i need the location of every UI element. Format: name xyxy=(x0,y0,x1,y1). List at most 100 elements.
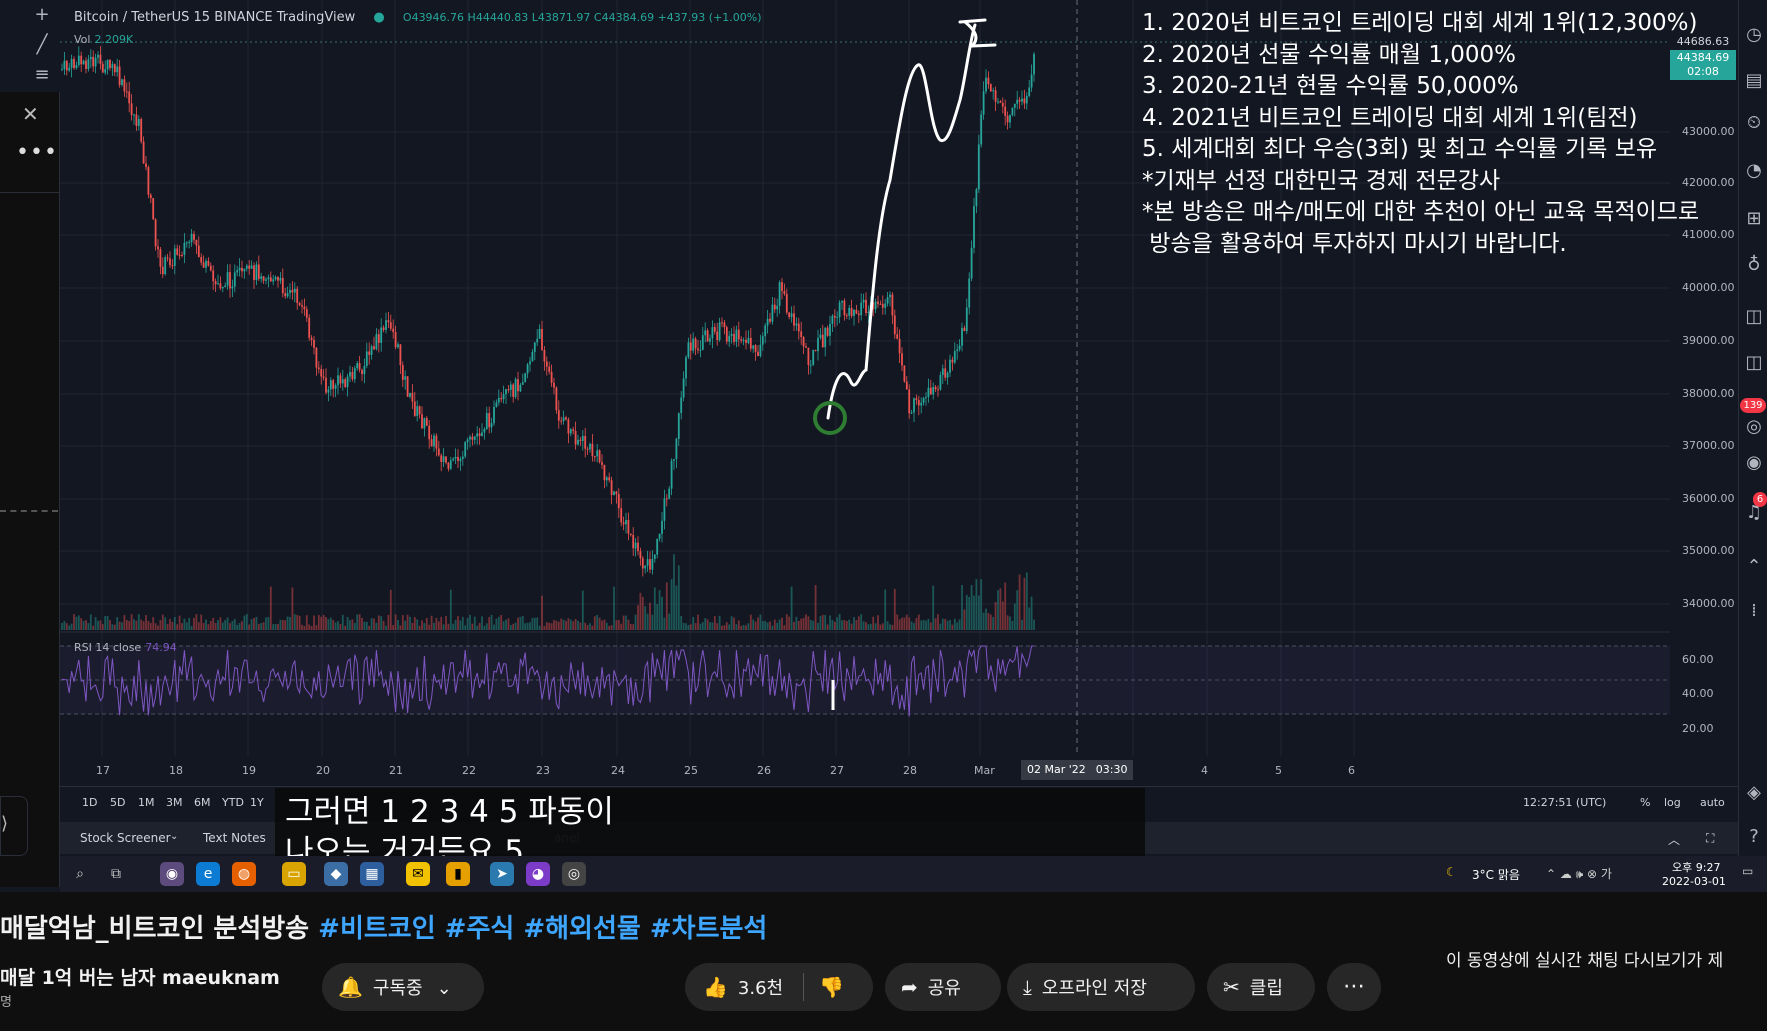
tray-icons[interactable]: ⌃ ☁ 🕪 ⊗ 가 xyxy=(1546,865,1612,882)
bell-icon[interactable]: ♫ xyxy=(1742,502,1766,523)
task-view-icon[interactable]: ⧉ xyxy=(104,862,128,886)
volume-bar xyxy=(351,619,354,630)
candle-body xyxy=(245,265,248,269)
candle-body xyxy=(445,456,447,463)
lines-icon[interactable]: ≡ xyxy=(26,60,58,90)
volume-bar xyxy=(531,617,534,630)
weather-text[interactable]: 3°C 맑음 xyxy=(1472,866,1520,883)
volume-bar xyxy=(889,624,891,630)
firefox-icon[interactable]: ◍ xyxy=(232,862,256,886)
range-button[interactable]: 5D xyxy=(110,796,125,809)
download-button[interactable]: ⤓ 오프라인 저장 xyxy=(1007,963,1195,1011)
collapse-icon[interactable]: ︿ xyxy=(1668,831,1680,848)
candle-body xyxy=(689,342,692,351)
range-button[interactable]: 1M xyxy=(138,796,155,809)
notification-icon[interactable]: ▭ xyxy=(1742,864,1753,878)
candle-body xyxy=(706,330,709,342)
chevron-down-icon[interactable]: ⌄ xyxy=(170,831,178,842)
tab-stock-screener[interactable]: Stock Screener xyxy=(80,831,171,845)
tab-text-notes[interactable]: Text Notes xyxy=(203,831,266,845)
volume-bar xyxy=(269,586,272,630)
price-axis[interactable]: 43000.00 42000.00 41000.00 40000.00 39000.00… xyxy=(1670,0,1738,790)
layers-icon[interactable]: ◈ xyxy=(1742,782,1766,803)
store-icon[interactable]: ▦ xyxy=(360,862,384,886)
volume-bar xyxy=(550,623,553,630)
title-hashtags[interactable]: #비트코인 #주식 #해외선물 #차트분석 xyxy=(318,914,767,944)
range-button[interactable]: YTD xyxy=(222,796,244,809)
tray-date[interactable]: 2022-03-01 xyxy=(1662,875,1726,888)
candle-body xyxy=(469,436,471,440)
auto-scale-toggle[interactable]: auto xyxy=(1700,796,1725,809)
symbol-legend[interactable]: Bitcoin / TetherUS 15 BINANCE TradingVie… xyxy=(74,10,762,25)
candle-body xyxy=(663,498,666,521)
hotlist-icon[interactable]: ⊞ xyxy=(1742,208,1766,229)
thumbs-down-icon[interactable]: 👎 xyxy=(819,963,844,1011)
more-icon[interactable]: ••• xyxy=(16,140,58,165)
range-button[interactable]: 6M xyxy=(194,796,211,809)
subscribe-button[interactable]: 🔔 구독중 ⌄ xyxy=(322,963,484,1011)
explorer-icon[interactable]: ▭ xyxy=(282,862,306,886)
telegram-icon[interactable]: ➤ xyxy=(490,862,514,886)
volume-bar xyxy=(653,587,656,630)
messages-icon[interactable]: ◫ xyxy=(1742,352,1766,373)
like-button[interactable]: 👍 3.6천 xyxy=(703,963,783,1013)
clip-button[interactable]: ✂ 클립 xyxy=(1207,963,1315,1011)
volume-bar xyxy=(723,625,726,630)
chat-icon[interactable]: ◫ xyxy=(1742,306,1766,327)
sticky-notes-icon[interactable]: ▮ xyxy=(446,862,470,886)
ideas-icon[interactable]: ♁ xyxy=(1742,254,1766,275)
range-button[interactable]: 3M xyxy=(166,796,183,809)
maximize-icon[interactable]: ⛶ xyxy=(1706,831,1714,846)
edge-icon[interactable]: e xyxy=(196,862,220,886)
candle-body xyxy=(975,189,978,207)
discord-icon[interactable]: ◕ xyxy=(526,862,550,886)
utc-clock[interactable]: 12:27:51 (UTC) xyxy=(1523,796,1606,809)
video-player[interactable]: ✕ ••• ⟩ + ╱ ≡ Bitcoin / TetherUS 15 BINA… xyxy=(0,0,1767,892)
close-icon[interactable]: ✕ xyxy=(22,102,39,126)
candle-body xyxy=(728,335,731,342)
candle-body xyxy=(320,369,323,377)
candle-body xyxy=(341,379,344,384)
candle-body xyxy=(128,91,131,104)
crosshair-icon[interactable]: + xyxy=(26,0,58,30)
watchlist-icon[interactable]: ▤ xyxy=(1742,70,1766,91)
chrome-icon[interactable]: ◉ xyxy=(160,862,184,886)
last-price: 44384.69 xyxy=(1676,51,1730,64)
broadcast-icon[interactable]: ◉ xyxy=(1742,452,1766,473)
data-window-icon[interactable]: ◔ xyxy=(1742,160,1766,181)
kakao-icon[interactable]: ✉ xyxy=(406,862,430,886)
volume-bar xyxy=(884,589,887,630)
clock-icon[interactable]: ◷ xyxy=(1742,24,1766,45)
alert-icon[interactable]: ⏲ xyxy=(1742,112,1766,133)
percent-scale-toggle[interactable]: % xyxy=(1640,796,1650,809)
candle-body xyxy=(747,337,750,344)
time-axis[interactable]: 171819202122232425262728Mar345602 Mar '2… xyxy=(60,760,1670,784)
panel-toggle-icon[interactable]: ⟩ xyxy=(0,796,28,856)
share-button[interactable]: ➦ 공유 xyxy=(885,963,1001,1011)
candle-body xyxy=(999,101,1002,103)
tray-time[interactable]: 오후 9:27 xyxy=(1672,859,1720,875)
volume-bar xyxy=(577,620,579,630)
rsi-label: RSI 14 close xyxy=(74,641,142,654)
app-icon[interactable]: ◆ xyxy=(324,862,348,886)
chevron-up-icon[interactable]: ⌃ xyxy=(1742,556,1766,577)
candle-body xyxy=(1013,103,1016,108)
log-scale-toggle[interactable]: log xyxy=(1664,796,1681,809)
volume-bar xyxy=(125,620,128,630)
grid-icon[interactable]: ⁞ xyxy=(1742,600,1766,621)
range-button[interactable]: 1Y xyxy=(250,796,264,809)
calendar-icon[interactable]: ◎ xyxy=(1742,416,1766,437)
candle-body xyxy=(226,272,229,286)
channel-name[interactable]: 매달 1억 버는 남자 maeuknam xyxy=(0,963,280,990)
help-icon[interactable]: ? xyxy=(1742,826,1766,847)
search-icon[interactable]: ⌕ xyxy=(68,862,92,886)
range-button[interactable]: 1D xyxy=(82,796,97,809)
volume-bar xyxy=(370,618,373,630)
volume-bar xyxy=(805,614,807,630)
candle-body xyxy=(171,265,174,267)
more-actions-button[interactable]: ⋯ xyxy=(1327,963,1381,1011)
candle-body xyxy=(337,375,339,386)
volume-bar xyxy=(406,614,409,630)
obs-icon[interactable]: ◎ xyxy=(562,862,586,886)
trendline-icon[interactable]: ╱ xyxy=(26,30,58,60)
